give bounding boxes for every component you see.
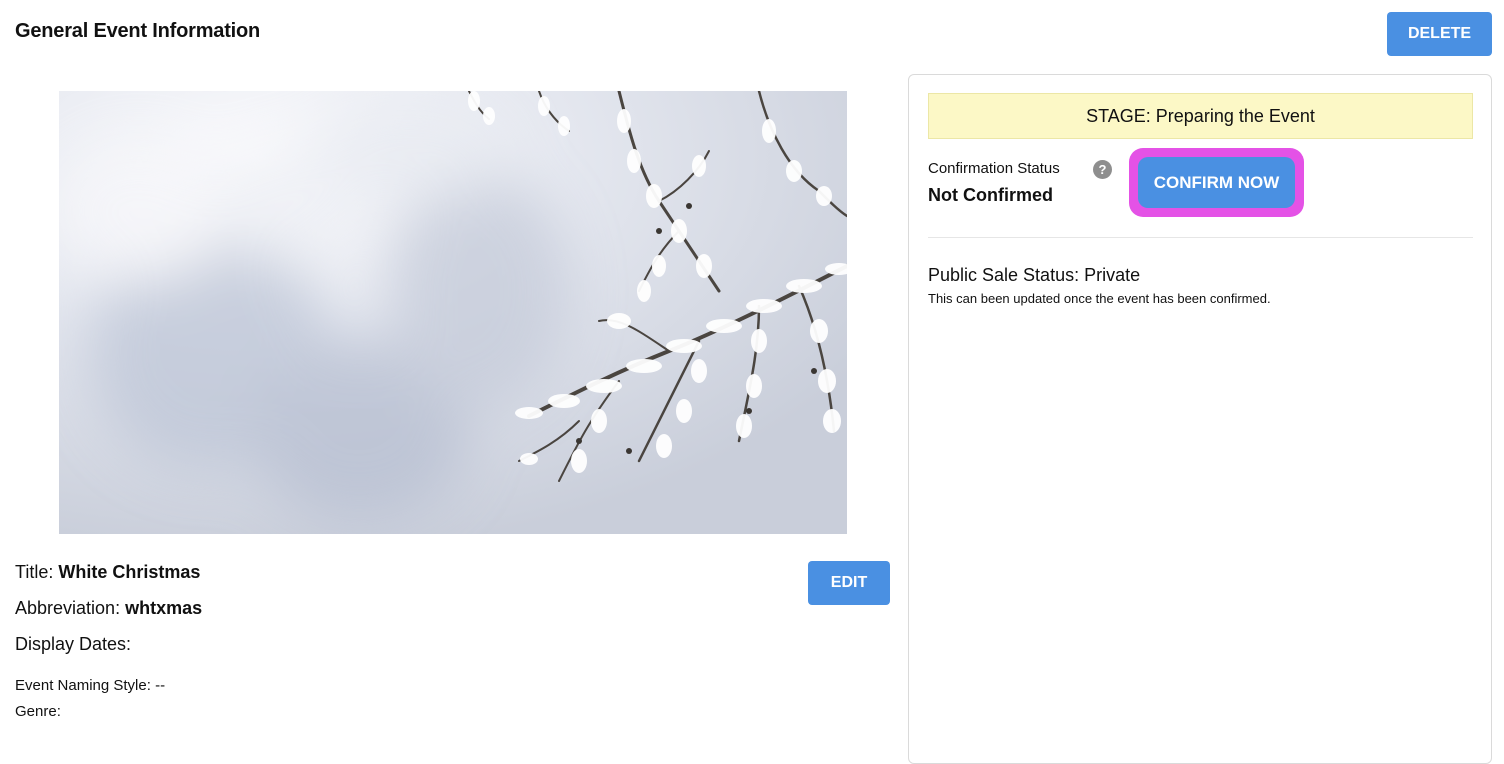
title-row: Title: White Christmas	[15, 562, 200, 583]
page-title: General Event Information	[15, 20, 261, 42]
help-icon[interactable]: ?	[1093, 160, 1112, 179]
naming-style-row: Event Naming Style: --	[15, 677, 165, 694]
stage-banner: STAGE: Preparing the Event	[928, 93, 1473, 139]
delete-button[interactable]: DELETE	[1387, 12, 1492, 56]
confirm-highlight: CONFIRM NOW	[1129, 148, 1304, 217]
divider	[928, 237, 1473, 238]
naming-style-label: Event Naming Style:	[15, 677, 151, 694]
edit-button[interactable]: EDIT	[808, 561, 890, 605]
abbreviation-value: whtxmas	[125, 598, 203, 618]
confirm-now-button[interactable]: CONFIRM NOW	[1138, 157, 1295, 208]
naming-style-value: --	[155, 677, 166, 694]
public-sale-note: This can been updated once the event has…	[928, 291, 1271, 306]
public-sale-status: Public Sale Status: Private	[928, 265, 1141, 285]
title-label: Title:	[15, 562, 54, 582]
genre-label: Genre:	[15, 703, 61, 720]
title-value: White Christmas	[58, 562, 201, 582]
event-image	[59, 91, 847, 534]
confirmation-status-label: Confirmation Status	[928, 160, 1060, 177]
abbreviation-label: Abbreviation:	[15, 598, 121, 618]
abbreviation-row: Abbreviation: whtxmas	[15, 598, 202, 619]
status-panel: STAGE: Preparing the Event Confirmation …	[908, 74, 1492, 764]
display-dates-label: Display Dates:	[15, 634, 132, 654]
confirmation-status-value: Not Confirmed	[928, 185, 1053, 205]
